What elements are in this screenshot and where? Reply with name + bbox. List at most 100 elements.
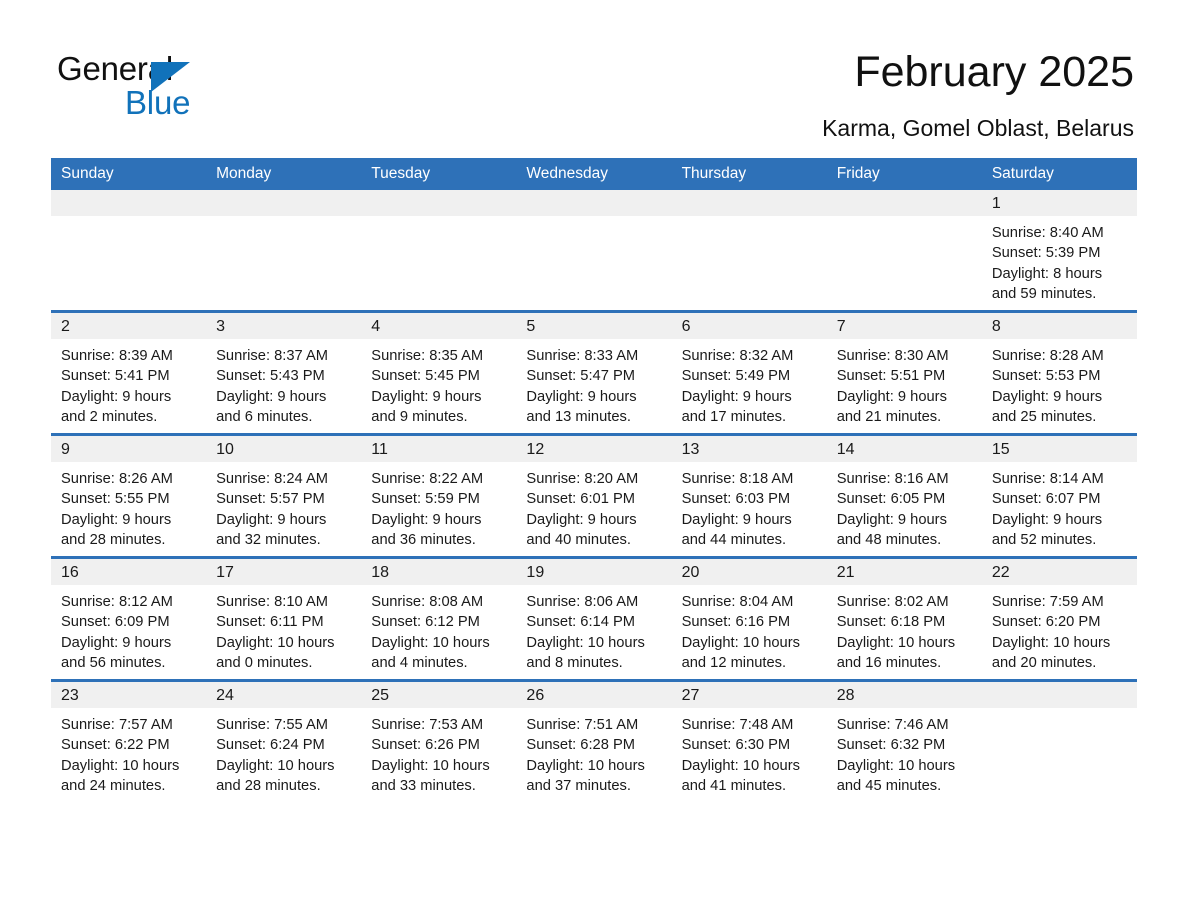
day-cell-inner: 14 Sunrise: 8:16 AM Sunset: 6:05 PM Dayligh… — [826, 436, 982, 556]
calendar-day-cell[interactable]: 15 Sunrise: 8:14 AM Sunset: 6:07 PM Dayligh… — [981, 433, 1137, 558]
day-number — [516, 190, 672, 216]
day-number: 7 — [826, 313, 982, 339]
sunset-text: Sunset: 6:30 PM — [681, 737, 791, 754]
calendar-day-cell[interactable]: 1 Sunrise: 8:40 AM Sunset: 5:39 PM Daylight… — [981, 190, 1137, 312]
calendar-day-cell[interactable]: 7 Sunrise: 8:30 AM Sunset: 5:51 PM Daylight… — [826, 310, 982, 435]
day-cell-inner: 4 Sunrise: 8:35 AM Sunset: 5:45 PM Daylight… — [361, 313, 517, 433]
sunset-text: Sunset: 5:43 PM — [216, 368, 325, 385]
calendar-day-cell[interactable]: 21 Sunrise: 8:02 AM Sunset: 6:18 PM Dayligh… — [826, 556, 982, 681]
calendar-day-cell[interactable]: 22 Sunrise: 7:59 AM Sunset: 6:20 PM Dayligh… — [981, 556, 1137, 681]
day-cell-inner: 26 Sunrise: 7:51 AM Sunset: 6:28 PM Dayligh… — [516, 682, 672, 802]
calendar-day-cell[interactable]: 9 Sunrise: 8:26 AM Sunset: 5:55 PM Daylight… — [51, 433, 207, 558]
calendar-day-cell[interactable]: 26 Sunrise: 7:51 AM Sunset: 6:28 PM Dayligh… — [516, 679, 672, 802]
calendar-day-cell[interactable]: 12 Sunrise: 8:20 AM Sunset: 6:01 PM Dayligh… — [516, 433, 672, 558]
day-cell-inner: 9 Sunrise: 8:26 AM Sunset: 5:55 PM Daylight… — [51, 436, 207, 556]
day-number: 22 — [981, 559, 1137, 585]
weekday-header-thursday: Thursday — [671, 158, 827, 190]
calendar-day-cell-empty — [981, 679, 1137, 802]
weekday-header-tuesday: Tuesday — [361, 158, 517, 190]
daylight-text: Daylight: 10 hours and 12 minutes. — [681, 634, 800, 671]
day-number: 3 — [206, 313, 362, 339]
weekday-header-saturday: Saturday — [981, 158, 1137, 190]
calendar-day-cell[interactable]: 28 Sunrise: 7:46 AM Sunset: 6:32 PM Dayligh… — [826, 679, 982, 802]
calendar-day-cell[interactable]: 5 Sunrise: 8:33 AM Sunset: 5:47 PM Daylight… — [516, 310, 672, 435]
sunrise-text: Sunrise: 8:28 AM — [991, 348, 1104, 364]
calendar-day-cell[interactable]: 2 Sunrise: 8:39 AM Sunset: 5:41 PM Daylight… — [51, 310, 207, 435]
day-cell-inner: 6 Sunrise: 8:32 AM Sunset: 5:49 PM Daylight… — [671, 313, 827, 433]
day-info: Sunrise: 8:14 AM Sunset: 6:07 PM Daylight:… — [982, 462, 1137, 550]
day-cell-inner: 25 Sunrise: 7:53 AM Sunset: 6:26 PM Dayligh… — [361, 682, 517, 802]
page-title: February 2025 — [854, 48, 1134, 96]
sunset-text: Sunset: 5:47 PM — [526, 368, 636, 385]
page-header: General Blue February 2025 Karma, Gomel … — [0, 0, 1188, 141]
calendar-day-cell[interactable]: 25 Sunrise: 7:53 AM Sunset: 6:26 PM Dayligh… — [361, 679, 517, 802]
calendar-day-cell[interactable]: 16 Sunrise: 8:12 AM Sunset: 6:09 PM Dayligh… — [51, 556, 207, 681]
daylight-text: Daylight: 9 hours and 36 minutes. — [371, 511, 482, 548]
day-number: 9 — [51, 436, 207, 462]
sunrise-text: Sunrise: 8:08 AM — [371, 594, 484, 610]
sunrise-text: Sunrise: 8:12 AM — [61, 594, 173, 610]
daylight-text: Daylight: 9 hours and 56 minutes. — [61, 634, 172, 671]
calendar-day-cell[interactable]: 8 Sunrise: 8:28 AM Sunset: 5:53 PM Daylight… — [981, 310, 1137, 435]
daylight-text: Daylight: 9 hours and 21 minutes. — [836, 388, 947, 425]
day-number: 28 — [826, 682, 982, 708]
sunrise-text: Sunrise: 7:51 AM — [526, 717, 639, 733]
daylight-text: Daylight: 9 hours and 32 minutes. — [216, 511, 327, 548]
calendar-day-cell[interactable]: 27 Sunrise: 7:48 AM Sunset: 6:30 PM Dayligh… — [671, 679, 827, 802]
daylight-text: Daylight: 8 hours and 59 minutes. — [991, 265, 1103, 302]
calendar-day-cell[interactable]: 11 Sunrise: 8:22 AM Sunset: 5:59 PM Dayligh… — [361, 433, 517, 558]
day-info: Sunrise: 8:32 AM Sunset: 5:49 PM Daylight:… — [672, 339, 827, 427]
day-cell-inner: 27 Sunrise: 7:48 AM Sunset: 6:30 PM Dayligh… — [671, 682, 827, 802]
day-cell-inner: 19 Sunrise: 8:06 AM Sunset: 6:14 PM Dayligh… — [516, 559, 672, 679]
calendar-day-cell[interactable]: 24 Sunrise: 7:55 AM Sunset: 6:24 PM Dayligh… — [206, 679, 362, 802]
day-info: Sunrise: 8:26 AM Sunset: 5:55 PM Daylight:… — [51, 462, 206, 550]
calendar-day-cell[interactable]: 4 Sunrise: 8:35 AM Sunset: 5:45 PM Daylight… — [361, 310, 517, 435]
daylight-text: Daylight: 10 hours and 37 minutes. — [526, 757, 645, 794]
day-info: Sunrise: 8:12 AM Sunset: 6:09 PM Daylight:… — [51, 585, 206, 673]
calendar-day-cell[interactable]: 14 Sunrise: 8:16 AM Sunset: 6:05 PM Dayligh… — [826, 433, 982, 558]
day-cell-inner: 13 Sunrise: 8:18 AM Sunset: 6:03 PM Dayligh… — [671, 436, 827, 556]
day-info: Sunrise: 8:18 AM Sunset: 6:03 PM Daylight:… — [672, 462, 827, 550]
calendar-day-cell[interactable]: 10 Sunrise: 8:24 AM Sunset: 5:57 PM Dayligh… — [206, 433, 362, 558]
calendar-day-cell-empty — [51, 190, 207, 312]
daylight-text: Daylight: 10 hours and 24 minutes. — [61, 757, 180, 794]
day-cell-inner: 5 Sunrise: 8:33 AM Sunset: 5:47 PM Daylight… — [516, 313, 672, 433]
day-number: 10 — [206, 436, 362, 462]
day-info: Sunrise: 7:55 AM Sunset: 6:24 PM Daylight:… — [206, 708, 361, 796]
day-number: 12 — [516, 436, 672, 462]
day-number — [206, 190, 362, 216]
sunset-text: Sunset: 6:20 PM — [991, 614, 1101, 631]
calendar-day-cell[interactable]: 17 Sunrise: 8:10 AM Sunset: 6:11 PM Dayligh… — [206, 556, 362, 681]
sunset-text: Sunset: 6:24 PM — [216, 737, 325, 754]
sunset-text: Sunset: 6:18 PM — [836, 614, 946, 631]
day-cell-inner: 22 Sunrise: 7:59 AM Sunset: 6:20 PM Dayligh… — [981, 559, 1137, 679]
day-number: 26 — [516, 682, 672, 708]
day-info: Sunrise: 7:48 AM Sunset: 6:30 PM Daylight:… — [672, 708, 827, 796]
calendar-day-cell[interactable]: 23 Sunrise: 7:57 AM Sunset: 6:22 PM Dayligh… — [51, 679, 207, 802]
day-number: 15 — [981, 436, 1137, 462]
calendar-day-cell[interactable]: 19 Sunrise: 8:06 AM Sunset: 6:14 PM Dayligh… — [516, 556, 672, 681]
calendar-day-cell-empty — [826, 190, 982, 312]
day-cell-inner: 2 Sunrise: 8:39 AM Sunset: 5:41 PM Daylight… — [51, 313, 207, 433]
calendar-day-cell[interactable]: 6 Sunrise: 8:32 AM Sunset: 5:49 PM Daylight… — [671, 310, 827, 435]
day-cell-inner: 28 Sunrise: 7:46 AM Sunset: 6:32 PM Dayligh… — [826, 682, 982, 802]
day-info: Sunrise: 8:33 AM Sunset: 5:47 PM Daylight:… — [516, 339, 671, 427]
calendar-week-row: 2 Sunrise: 8:39 AM Sunset: 5:41 PM Daylight… — [51, 310, 1137, 435]
sunset-text: Sunset: 5:57 PM — [216, 491, 325, 508]
daylight-text: Daylight: 10 hours and 0 minutes. — [216, 634, 335, 671]
calendar-day-cell[interactable]: 13 Sunrise: 8:18 AM Sunset: 6:03 PM Dayligh… — [671, 433, 827, 558]
sunset-text: Sunset: 5:51 PM — [836, 368, 946, 385]
day-number: 20 — [671, 559, 827, 585]
sunrise-text: Sunrise: 8:02 AM — [836, 594, 949, 610]
calendar-day-cell[interactable]: 3 Sunrise: 8:37 AM Sunset: 5:43 PM Daylight… — [206, 310, 362, 435]
sunrise-text: Sunrise: 7:59 AM — [991, 594, 1104, 610]
general-blue-logo[interactable]: General Blue — [57, 52, 297, 119]
calendar-day-cell-empty — [516, 190, 672, 312]
daylight-text: Daylight: 9 hours and 6 minutes. — [216, 388, 327, 425]
calendar-day-cell[interactable]: 20 Sunrise: 8:04 AM Sunset: 6:16 PM Dayligh… — [671, 556, 827, 681]
day-number: 25 — [361, 682, 517, 708]
day-cell-inner: 17 Sunrise: 8:10 AM Sunset: 6:11 PM Dayligh… — [206, 559, 362, 679]
calendar-day-cell[interactable]: 18 Sunrise: 8:08 AM Sunset: 6:12 PM Dayligh… — [361, 556, 517, 681]
day-number: 16 — [51, 559, 207, 585]
sunset-text: Sunset: 6:28 PM — [526, 737, 636, 754]
